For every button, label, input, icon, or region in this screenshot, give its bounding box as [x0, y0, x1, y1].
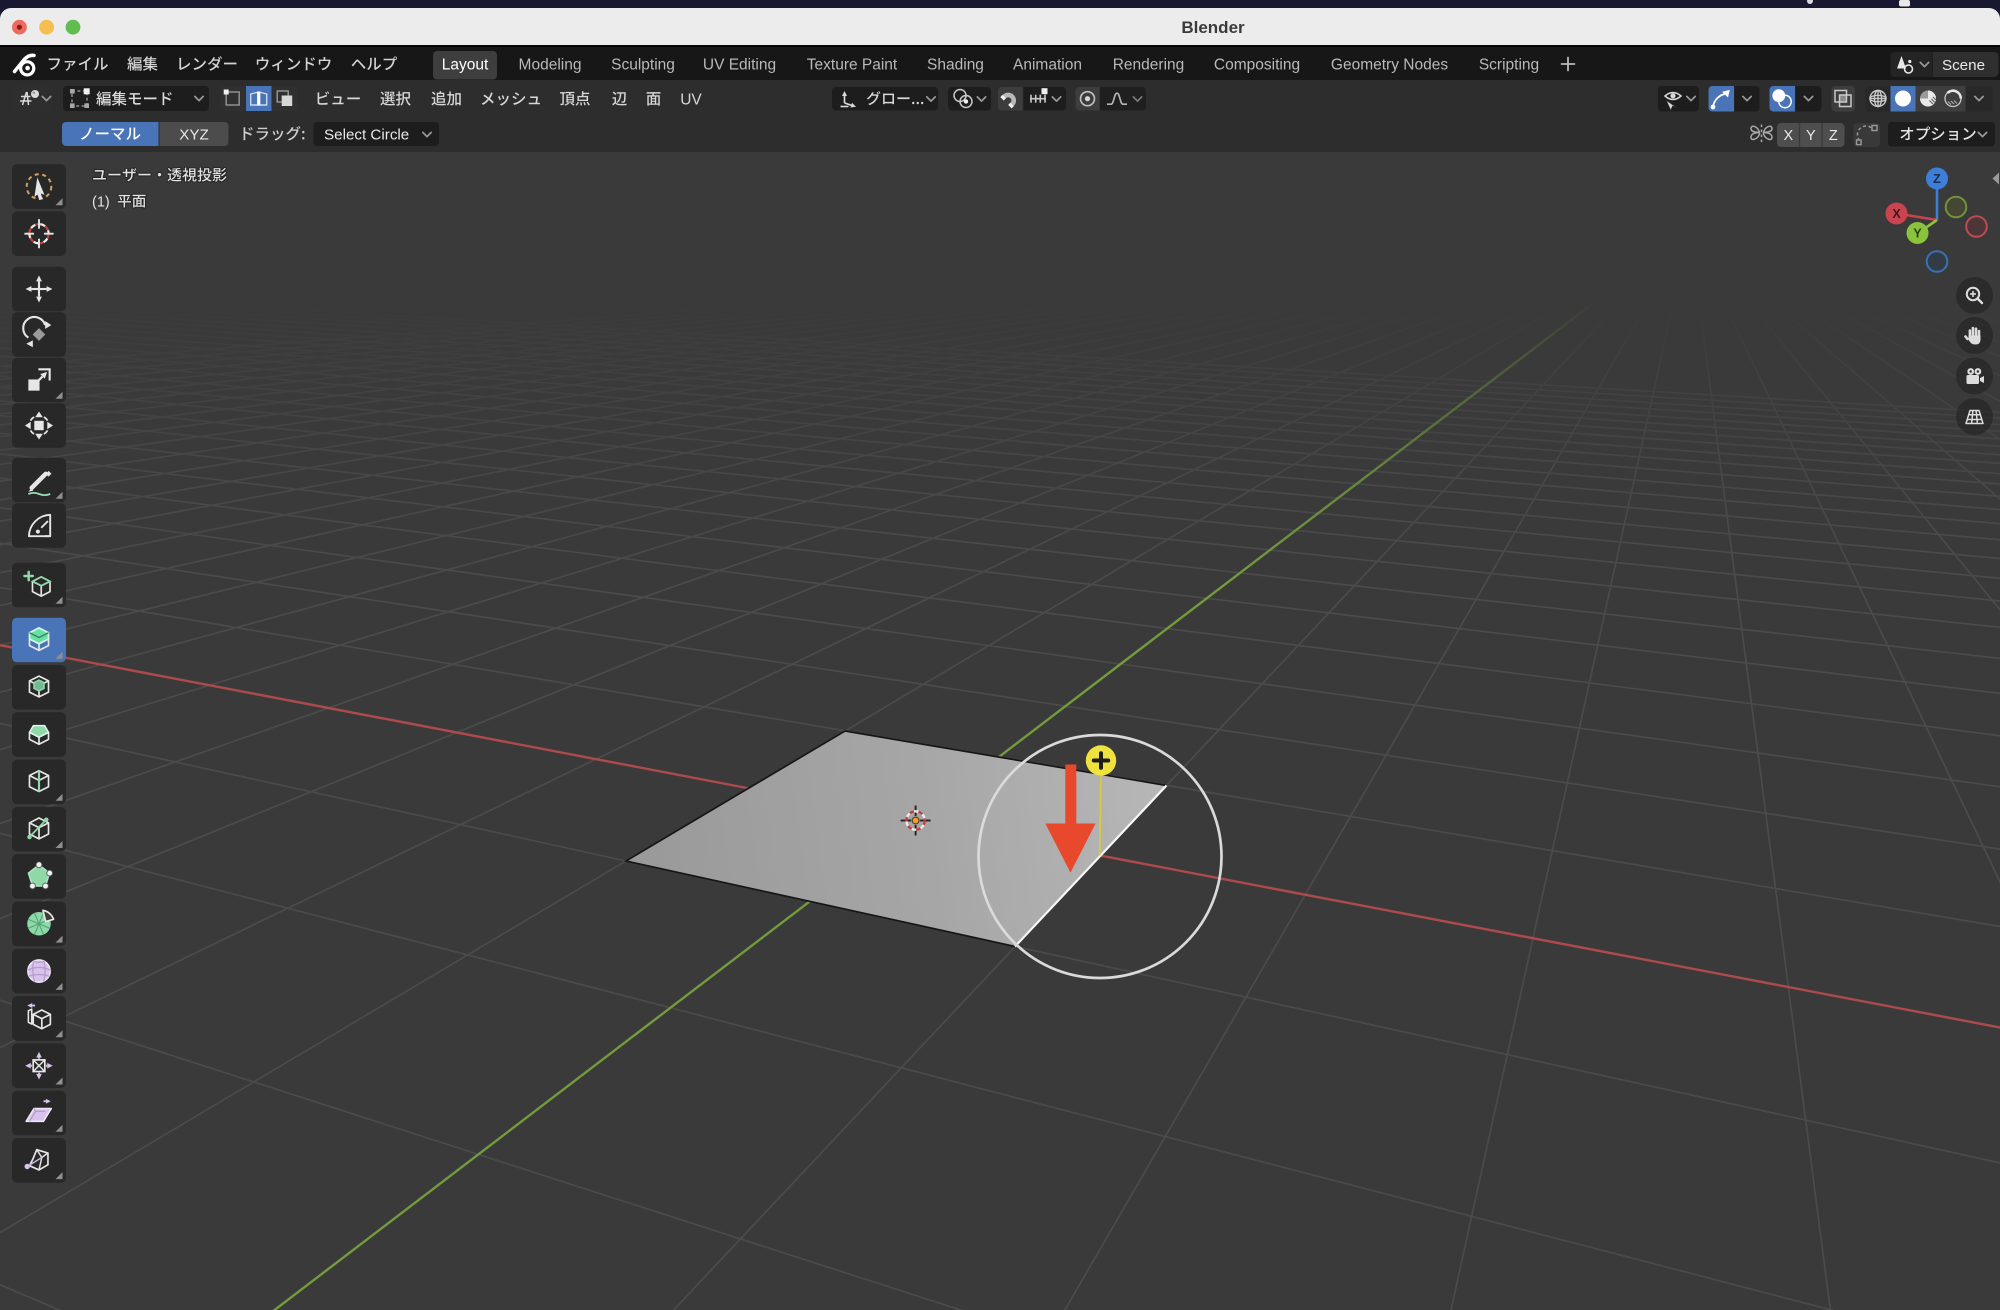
svg-text:X: X: [1783, 128, 1793, 144]
svg-text:Modeling: Modeling: [519, 57, 582, 74]
svg-text:Compositing: Compositing: [1214, 57, 1300, 74]
svg-text:Shading: Shading: [927, 57, 984, 74]
svg-text:Select Circle: Select Circle: [324, 127, 409, 144]
svg-text:XYZ: XYZ: [179, 126, 209, 143]
svg-text:UV: UV: [680, 91, 702, 108]
svg-text:Layout: Layout: [442, 57, 489, 74]
svg-text:Scene: Scene: [1942, 57, 1985, 74]
svg-text:Y: Y: [1806, 128, 1816, 144]
svg-text:Scripting: Scripting: [1479, 57, 1539, 74]
svg-text:Texture Paint: Texture Paint: [807, 57, 898, 74]
svg-text:Rendering: Rendering: [1113, 57, 1185, 74]
svg-text:UV Editing: UV Editing: [703, 57, 776, 74]
svg-text:Blender: Blender: [1181, 18, 1245, 37]
svg-text:Sculpting: Sculpting: [611, 57, 675, 74]
svg-text:X: X: [1892, 207, 1901, 221]
svg-text:Z: Z: [1933, 172, 1941, 186]
svg-text:Geometry Nodes: Geometry Nodes: [1331, 57, 1448, 74]
svg-text:Z: Z: [1829, 128, 1838, 144]
svg-text:Animation: Animation: [1013, 57, 1082, 74]
svg-text:(1): (1): [92, 194, 110, 210]
svg-text:Y: Y: [1913, 227, 1922, 241]
